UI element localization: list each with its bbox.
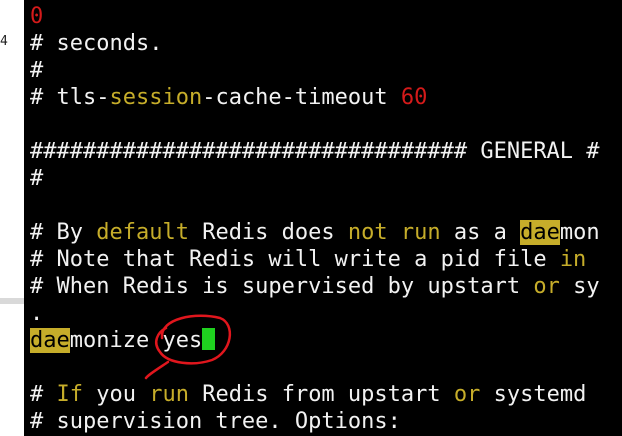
search-highlight: dae xyxy=(520,220,560,245)
code-token: # xyxy=(30,58,44,83)
code-token: you xyxy=(83,382,150,407)
code-token: session xyxy=(109,85,203,110)
code-token: systemd xyxy=(480,382,587,407)
search-highlight: dae xyxy=(30,328,70,353)
code-token: # Note that Redis will write a pid file xyxy=(30,247,560,272)
code-token: as a xyxy=(440,220,521,245)
background-window: 4 xyxy=(0,0,24,436)
terminal-line: # seconds. xyxy=(30,30,162,57)
code-token: # By xyxy=(30,220,97,245)
code-token: Redis does xyxy=(188,220,348,245)
terminal-line: # xyxy=(30,57,43,84)
code-token: 60 xyxy=(400,85,428,110)
code-token: . xyxy=(30,301,44,326)
terminal-line: # xyxy=(30,165,43,192)
code-token: -cache-timeout xyxy=(202,85,401,110)
code-token: # xyxy=(30,166,44,191)
code-token: # tls- xyxy=(30,85,110,110)
terminal-line: # tls-session-cache-timeout 60 xyxy=(30,84,427,111)
code-token: run xyxy=(400,220,441,245)
code-token: # When Redis is supervised by upstart xyxy=(30,274,534,299)
code-token: Redis from upstart xyxy=(188,382,454,407)
code-token: mon xyxy=(559,220,600,245)
terminal-line: # supervision tree. Options: xyxy=(30,408,401,435)
text-cursor xyxy=(202,328,216,350)
terminal-line: # When Redis is supervised by upstart or… xyxy=(30,273,600,300)
code-token: If xyxy=(56,382,84,407)
terminal-line: 0 xyxy=(30,3,43,30)
code-token: # supervision tree. Options: xyxy=(30,409,401,434)
code-token: monize yes xyxy=(69,328,203,353)
code-token: sy xyxy=(559,274,600,299)
code-token: 0 xyxy=(30,4,44,29)
code-token: not xyxy=(347,220,388,245)
code-token: or xyxy=(533,274,560,299)
terminal-editor[interactable]: 0 # seconds. # # tls-session-cache-timeout … xyxy=(24,0,622,436)
code-token: # seconds. xyxy=(30,31,163,56)
terminal-line: . xyxy=(30,300,43,327)
code-token: ################################# GENERA… xyxy=(30,139,600,164)
terminal-line: # By default Redis does not run as a dae… xyxy=(30,219,600,246)
code-token: run xyxy=(149,382,189,407)
code-token: # xyxy=(30,382,57,407)
code-token: in xyxy=(559,247,587,272)
terminal-line: daemonize yes xyxy=(30,327,216,354)
code-token: default xyxy=(96,220,189,245)
terminal-line: # If you run Redis from upstart or syste… xyxy=(30,381,586,408)
background-window-text: 4 xyxy=(0,34,8,49)
terminal-line: # Note that Redis will write a pid file … xyxy=(30,246,586,273)
background-window-divider xyxy=(0,298,24,304)
terminal-line: ################################# GENERA… xyxy=(30,138,600,165)
code-token: or xyxy=(453,382,481,407)
